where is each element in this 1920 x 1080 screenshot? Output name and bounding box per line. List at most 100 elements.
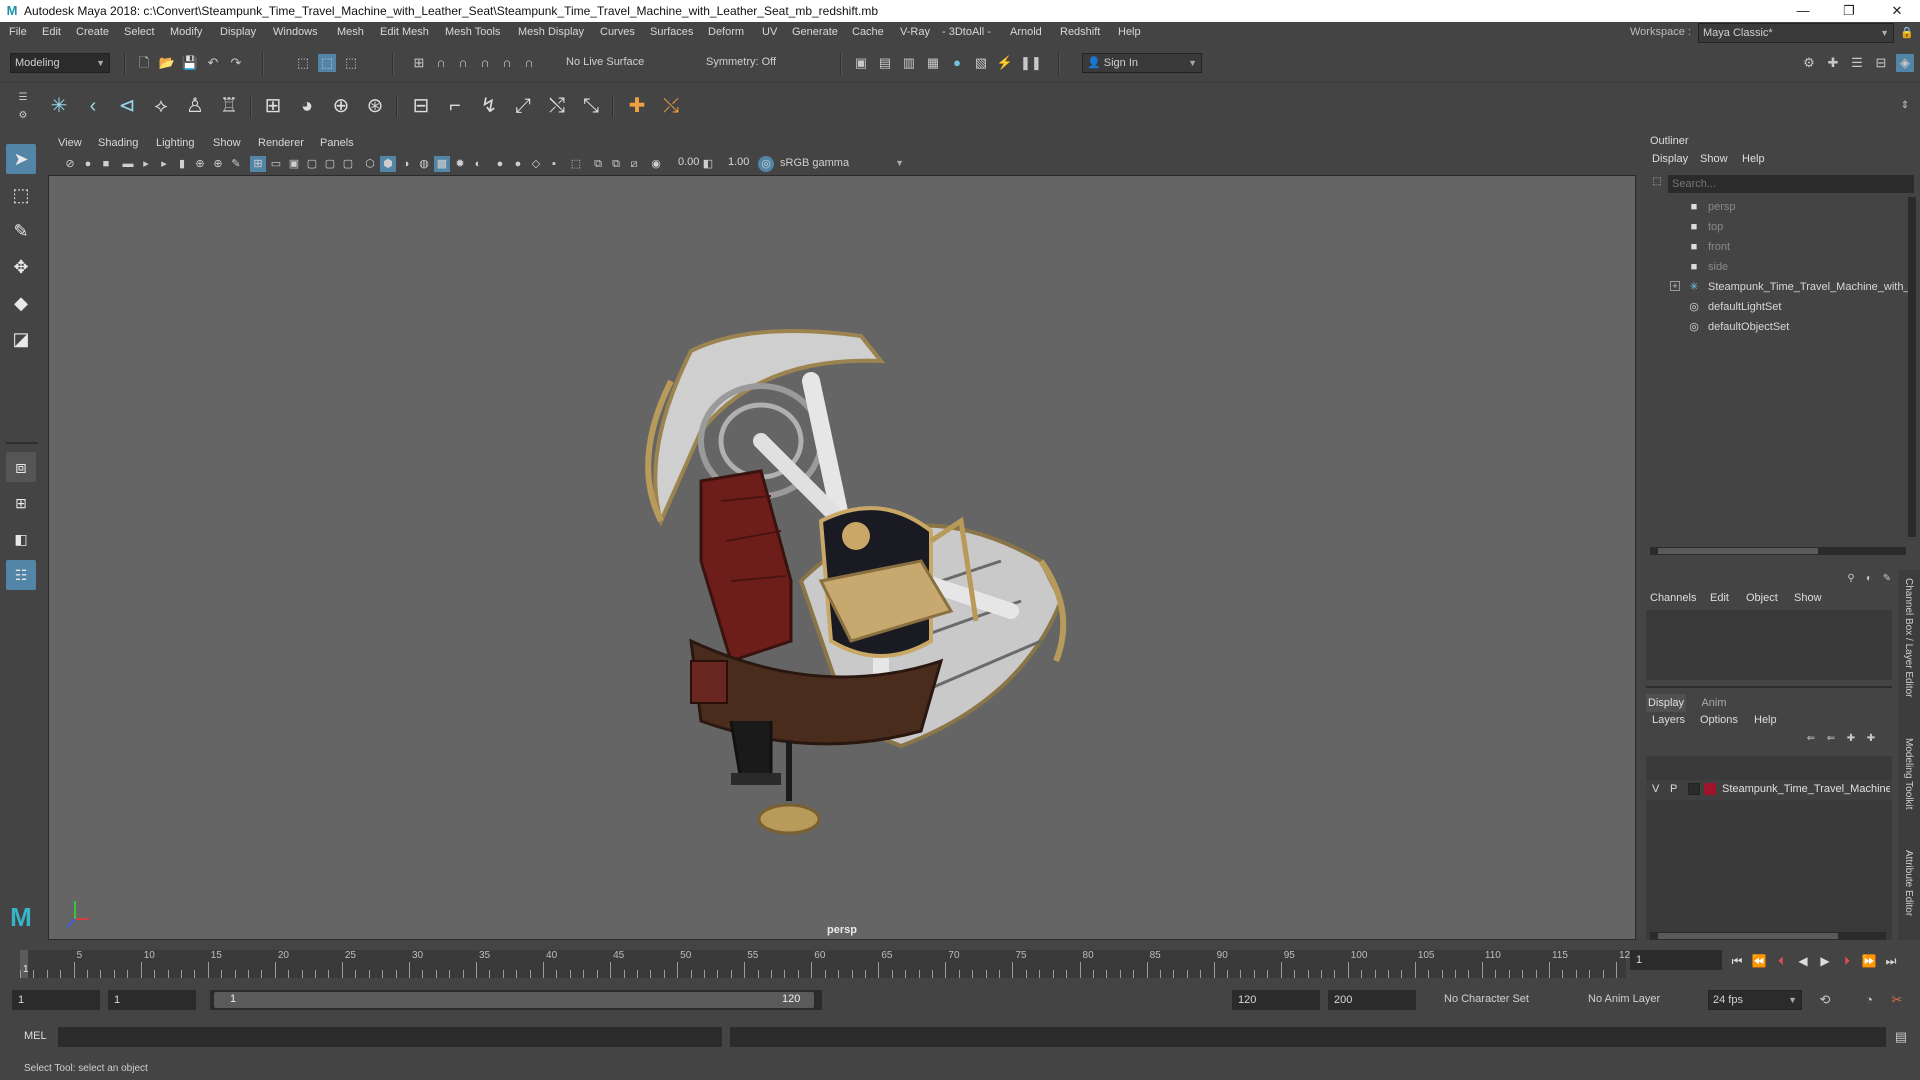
hik-skeleton-icon[interactable]: ♙ [180,91,210,121]
menu-select[interactable]: Select [124,26,155,38]
bookmarks-icon[interactable]: ▬ [120,156,136,172]
gamma-icon[interactable]: ◧ [700,156,716,172]
tool-settings-icon[interactable]: ☰ [1848,54,1866,72]
single-perspective-layout-icon[interactable]: ⧈ [6,452,36,482]
select-tool-icon[interactable]: ➤ [6,144,36,174]
point-constraint-icon[interactable]: ⊟ [406,91,436,121]
range-slider-handle[interactable] [214,992,814,1008]
outliner-menu-show[interactable]: Show [1700,153,1728,165]
lock-icon[interactable]: 🔒 [1898,24,1916,42]
outliner-item-default-object-set[interactable]: ◎ defaultObjectSet [1686,317,1789,337]
perspective-viewport[interactable]: persp [48,175,1636,940]
menu-redshift[interactable]: Redshift [1060,26,1100,38]
current-frame-field[interactable]: 1 [1630,950,1722,970]
open-scene-icon[interactable]: 📂 [158,54,176,72]
resolution-gate-icon[interactable]: ✎ [228,156,244,172]
menu-deform[interactable]: Deform [708,26,744,38]
layer-visibility-toggle[interactable]: V [1652,783,1659,795]
viewport-menu-shading[interactable]: Shading [98,137,138,149]
lattice-icon[interactable]: ⊞ [258,91,288,121]
outliner-search-input[interactable] [1668,175,1914,193]
save-scene-icon[interactable]: 💾 [181,54,199,72]
outliner-menu-display[interactable]: Display [1652,153,1688,165]
pause-icon[interactable]: ❚❚ [1020,54,1042,72]
outliner-item-side[interactable]: ■ side [1686,257,1729,277]
outliner-item-default-light-set[interactable]: ◎ defaultLightSet [1686,297,1781,317]
color-management-icon[interactable]: ◎ [758,156,774,172]
render-settings-icon[interactable]: ▦ [924,54,942,72]
viewport-menu-lighting[interactable]: Lighting [156,137,195,149]
lock-camera-icon[interactable]: ● [80,156,96,172]
menu-mesh-display[interactable]: Mesh Display [518,26,584,38]
motion-blur-icon[interactable]: ● [510,156,526,172]
script-language-toggle[interactable]: MEL [24,1030,47,1042]
viewport-menu-panels[interactable]: Panels [320,137,354,149]
command-input[interactable] [58,1027,722,1047]
menu-display[interactable]: Display [220,26,256,38]
select-by-component-icon[interactable]: ⬚ [342,54,360,72]
snap-view-plane-icon[interactable]: ∩ [476,54,494,72]
ik-fk-switch-icon[interactable]: ⤯ [656,91,686,121]
minimize-button[interactable]: — [1780,0,1826,22]
menu-edit[interactable]: Edit [42,26,61,38]
render-view-icon[interactable]: ▣ [852,54,870,72]
auto-key-icon[interactable]: ◔ [1860,991,1878,1009]
tab-anim[interactable]: Anim [1694,694,1734,712]
layer-color-swatch[interactable] [1704,783,1716,795]
menu-file[interactable]: File [9,26,27,38]
soft-mod-icon[interactable]: ⊛ [360,91,390,121]
gate-mask-icon[interactable]: ▭ [268,156,284,172]
snap-curve-icon[interactable]: ∩ [432,54,450,72]
shelf-scroll-icon[interactable]: ⇕ [1896,97,1914,115]
sign-in-dropdown[interactable]: 👤 Sign In ▼ [1082,53,1202,73]
wireframe-icon[interactable]: ⬡ [362,156,378,172]
attribute-editor-icon[interactable]: ✚ [1824,54,1842,72]
time-slider[interactable]: 1 5 10 15 20 25 30 35 40 45 50 55 60 65 70 75 80 85 90 95 1… [0,940,1920,982]
expand-icon[interactable]: + [1670,281,1680,291]
scrollbar-thumb[interactable] [1658,933,1838,939]
redshift-render-icon[interactable]: ▧ [972,54,990,72]
orient-constraint-icon[interactable]: ↯ [474,91,504,121]
outliner-item-persp[interactable]: ■ persp [1686,197,1736,217]
lasso-tool-icon[interactable]: ⬚ [6,180,36,210]
filter-icon[interactable]: ⬚ [1648,173,1666,191]
modeling-toolkit-icon[interactable]: ⚙ [1800,54,1818,72]
shadows-icon[interactable]: ◐ [470,156,486,172]
isolate-select-icon[interactable]: ▢ [340,156,356,172]
go-to-end-icon[interactable]: ⏭ [1882,952,1900,970]
menu-arnold[interactable]: Arnold [1010,26,1042,38]
step-back-frame-icon[interactable]: ⏴ [1772,952,1790,970]
animation-end-field[interactable]: 200 [1328,990,1416,1010]
textured-icon[interactable]: ▩ [434,156,450,172]
undo-icon[interactable]: ↶ [204,54,222,72]
pole-vector-icon[interactable]: ⤡ [576,91,606,121]
outliner-menu-help[interactable]: Help [1742,153,1765,165]
xray-icon[interactable]: ⧉ [590,156,606,172]
loop-icon[interactable]: ⟲ [1816,991,1834,1009]
wrap-deformer-icon[interactable]: ⊕ [326,91,356,121]
locator-icon[interactable]: ✚ [622,91,652,121]
select-by-object-icon[interactable]: ⬚ [318,54,336,72]
tab-display[interactable]: Display [1646,694,1686,712]
use-all-lights-icon[interactable]: ✹ [452,156,468,172]
select-by-hierarchy-icon[interactable]: ⬚ [294,54,312,72]
render-current-icon[interactable]: ▤ [876,54,894,72]
two-d-pan-icon[interactable]: ▸ [156,156,172,172]
outliner-item-top[interactable]: ■ top [1686,217,1724,237]
menu-cache[interactable]: Cache [852,26,884,38]
layer-type-toggle[interactable] [1688,783,1700,795]
isolate-icon[interactable]: ⬚ [568,156,584,172]
side-tab-attribute-editor[interactable]: Attribute Editor [1903,850,1914,916]
redshift-ipr-icon[interactable]: ⚡ [996,54,1014,72]
layer-menu-help[interactable]: Help [1754,714,1777,726]
character-set-dropdown[interactable]: No Character Set [1440,990,1584,1010]
new-layer-selected-icon[interactable]: ✚ [1862,730,1880,748]
fps-dropdown[interactable]: 24 fps ▼ [1708,990,1802,1010]
backface-culling-icon[interactable]: ⧄ [626,156,642,172]
script-editor-icon[interactable]: ▤ [1892,1028,1910,1046]
side-tab-modeling-toolkit[interactable]: Modeling Toolkit [1903,738,1914,810]
parent-constraint-icon[interactable]: ⤭ [542,91,572,121]
gamma-value[interactable]: 1.00 [728,156,749,168]
menu-3dtoall[interactable]: - 3DtoAll - [942,26,991,38]
safe-title-icon[interactable]: ▢ [322,156,338,172]
